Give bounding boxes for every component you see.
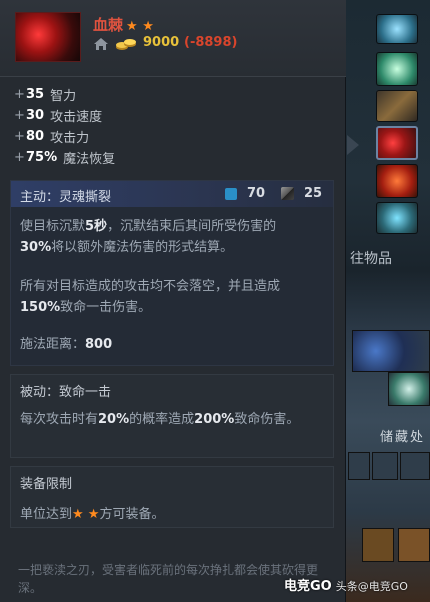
passive-ability-title: 被动：致命一击 — [20, 385, 112, 400]
mana-cost-icon — [225, 188, 237, 200]
stash-slot[interactable] — [362, 528, 394, 562]
scene-item-slot[interactable] — [352, 330, 430, 372]
inventory-slot[interactable] — [376, 164, 418, 198]
active-ability-header: 主动：灵魂撕裂 70 25 — [11, 181, 333, 207]
star-rating: ★ ★ — [126, 19, 154, 34]
stat-row: + 75% 魔法恢复 — [14, 147, 115, 168]
stash-slot[interactable] — [400, 452, 430, 480]
stat-plus: + — [14, 87, 25, 102]
stash-slot[interactable] — [398, 528, 430, 562]
scene-label: 往物品 — [350, 251, 392, 267]
stat-plus: + — [14, 108, 25, 123]
stat-row: + 80 攻击力 — [14, 126, 115, 147]
price-difference: (-8898) — [184, 35, 238, 50]
stat-label: 攻击力 — [50, 131, 90, 146]
active-description-1: 使目标沉默5秒，沉默结束后其间所受伤害的 30%将以额外魔法伤害的形式结算。 — [20, 219, 277, 255]
stat-value: 75% — [26, 150, 58, 165]
tooltip-header: 血棘 ★ ★ 9000 (-8898) — [0, 0, 346, 77]
stash-label: 储藏处 — [380, 430, 426, 445]
stash-slot[interactable] — [372, 452, 398, 480]
item-tooltip: 血棘 ★ ★ 9000 (-8898) + 35 智力 + 30 攻击速度 + 8… — [0, 0, 346, 602]
cooldown-icon — [281, 187, 294, 200]
active-ability-section: 主动：灵魂撕裂 70 25 使目标沉默5秒，沉默结束后其间所受伤害的 30%将以额… — [10, 180, 334, 366]
scene-item-slot[interactable] — [388, 372, 430, 406]
stat-value: 80 — [26, 129, 45, 144]
item-name: 血棘 ★ ★ — [93, 14, 154, 35]
requirement-title: 装备限制 — [20, 477, 73, 492]
active-ability-title: 主动：灵魂撕裂 — [20, 190, 112, 205]
inventory-slot[interactable] — [376, 14, 418, 44]
mana-cost: 70 — [247, 186, 266, 201]
stat-label: 智力 — [50, 89, 77, 104]
inventory-slot[interactable] — [376, 202, 418, 234]
star-rating: ★ ★ — [72, 507, 100, 522]
cast-range: 施法距离：800 — [20, 337, 113, 352]
cooldown-value: 25 — [304, 186, 323, 201]
stat-row: + 35 智力 — [14, 84, 115, 105]
stash-slot[interactable] — [348, 452, 370, 480]
stat-label: 攻击速度 — [50, 110, 103, 125]
stat-label: 魔法恢复 — [63, 152, 116, 167]
item-name-text: 血棘 — [93, 16, 124, 34]
requirement-text: 单位达到★ ★方可装备。 — [20, 507, 165, 522]
passive-description: 每次攻击时有20%的概率造成200%致命伤害。 — [20, 412, 300, 427]
passive-ability-section: 被动：致命一击 每次攻击时有20%的概率造成200%致命伤害。 — [10, 374, 334, 458]
inventory-slot[interactable] — [376, 126, 418, 160]
stat-row: + 30 攻击速度 — [14, 105, 115, 126]
stat-list: + 35 智力 + 30 攻击速度 + 80 攻击力 + 75% 魔法恢复 — [14, 84, 115, 168]
gold-coins-icon — [116, 39, 136, 50]
active-description-2: 所有对目标造成的攻击均不会落空，并且造成 150%致命一击伤害。 — [20, 279, 281, 315]
bloodthorn-icon — [15, 12, 81, 62]
tooltip-pointer — [347, 135, 359, 155]
equip-requirement-section: 装备限制 单位达到★ ★方可装备。 — [10, 466, 334, 528]
home-icon — [94, 38, 108, 50]
inventory-slot[interactable] — [376, 90, 418, 122]
stat-plus: + — [14, 129, 25, 144]
inventory-slot[interactable] — [376, 52, 418, 86]
stat-plus: + — [14, 150, 25, 165]
item-price: 9000 — [143, 35, 180, 50]
watermark: 电竞GO 头条@电竞GO — [284, 579, 408, 594]
stat-value: 35 — [26, 87, 45, 102]
stat-value: 30 — [26, 108, 45, 123]
